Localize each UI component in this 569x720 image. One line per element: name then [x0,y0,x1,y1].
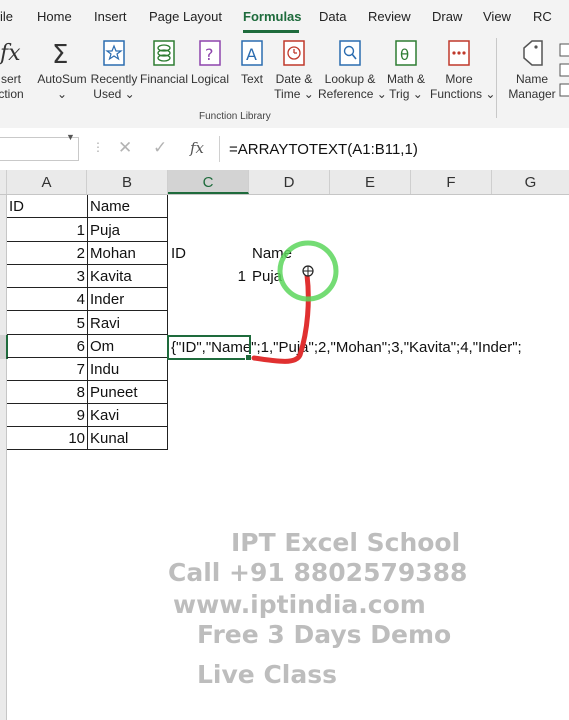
table-cell-id[interactable]: 5 [7,312,87,335]
watermark-line: Free 3 Days Demo [197,620,452,649]
svg-text:Σ: Σ [52,40,68,68]
sigma-icon: Σ [52,40,68,68]
clock-icon [283,40,305,66]
function-fx-icon: fx [0,41,21,66]
active-cell-outline [167,335,251,360]
ribbon-formulas: fx sert ction Σ AutoSum ⌄ Recently Used … [0,34,569,129]
watermark-line: www.iptindia.com [173,590,426,619]
column-header-b[interactable]: B [87,170,168,194]
svg-text:?: ? [205,45,214,64]
column-header-g[interactable]: G [492,170,569,194]
logical-button[interactable]: ? Logical [190,38,230,87]
svg-text:θ: θ [400,46,409,64]
chevron-down-icon: ⌄ [485,87,496,101]
table-cell-name[interactable]: Indu [88,358,167,381]
magnifier-book-icon [339,40,361,66]
column-header-c[interactable]: C [168,170,249,194]
math-trig-button[interactable]: θ Math & Trig ⌄ [384,38,428,102]
table-cell-id[interactable]: 2 [7,242,87,265]
svg-text:fx: fx [0,41,21,66]
more-functions-button[interactable]: More Functions ⌄ [430,38,495,102]
column-header-a[interactable]: A [7,170,87,194]
table-cell-name[interactable]: Inder [88,288,167,311]
table-cell-id[interactable]: 10 [7,427,87,450]
tab-home[interactable]: Home [37,9,72,24]
watermark-line: Call +91 8802579388 [168,558,468,587]
worksheet-grid[interactable]: A B C D E F G ID Name 1 Puja 2 Mohan 3 K… [0,170,569,720]
financial-button[interactable]: Financial [140,38,188,87]
table-cell-id[interactable]: 3 [7,265,87,288]
chevron-down-icon[interactable]: ▼ [66,132,75,142]
table-cell-name[interactable]: Kunal [88,427,167,450]
theta-book-icon: θ [395,40,417,66]
tab-data[interactable]: Data [319,9,346,24]
name-manager-button[interactable]: Name Manager [506,38,558,102]
watermark-line: Live Class [197,660,338,689]
define-name-icon[interactable] [558,40,569,100]
tab-formulas[interactable]: Formulas [243,9,302,24]
tab-page-layout[interactable]: Page Layout [149,9,222,24]
insert-function-icon[interactable]: fx [190,139,204,157]
tab-rc[interactable]: RC [533,9,552,24]
function-library-group-label: Function Library [199,111,271,122]
insert-function-button[interactable]: fx sert ction [0,38,26,102]
table-cell-id[interactable]: 8 [7,381,87,404]
autosum-button[interactable]: Σ AutoSum ⌄ [37,38,87,102]
date-time-button[interactable]: Date & Time ⌄ [272,38,316,102]
table-cell-id[interactable]: 1 [7,219,87,242]
cell-a1[interactable]: ID [7,195,87,218]
formula-bar: ▼ ⋮ ✕ ✓ fx =ARRAYTOTEXT(A1:B11,1) [0,128,569,171]
tab-review[interactable]: Review [368,9,411,24]
tag-icon [523,40,543,66]
hand-cursor-icon [302,265,314,277]
tab-draw[interactable]: Draw [432,9,462,24]
lookup-reference-button[interactable]: Lookup & Reference ⌄ [318,38,387,102]
svg-text:A: A [246,45,257,64]
table-cell-name[interactable]: Om [88,335,167,358]
formula-input[interactable]: =ARRAYTOTEXT(A1:B11,1) [229,141,418,158]
column-header-e[interactable]: E [330,170,411,194]
table-cell-id[interactable]: 4 [7,288,87,311]
watermark-line: IPT Excel School [231,528,461,557]
chevron-down-icon: ⌄ [303,87,314,101]
table-cell-id[interactable]: 9 [7,404,87,427]
chevron-down-icon: ⌄ [124,87,135,101]
ribbon-tab-bar: ile Home Insert Page Layout Formulas Dat… [0,0,569,34]
chevron-down-icon: ⌄ [412,87,423,101]
tab-insert[interactable]: Insert [94,9,127,24]
cell-b1[interactable]: Name [88,195,167,218]
recently-used-button[interactable]: Recently Used ⌄ [90,38,138,102]
cancel-icon[interactable]: ✕ [118,138,132,158]
row-header-corner[interactable] [0,170,7,194]
enter-check-icon[interactable]: ✓ [153,138,167,158]
table-cell-name[interactable]: Puja [88,219,167,242]
table-cell-name[interactable]: Kavita [88,265,167,288]
tab-view[interactable]: View [483,9,511,24]
table-cell-name[interactable]: Mohan [88,242,167,265]
more-dots-icon [448,40,470,66]
table-cell-id[interactable]: 7 [7,358,87,381]
column-header-f[interactable]: F [411,170,492,194]
table-cell-name[interactable]: Puneet [88,381,167,404]
row-headers [0,195,7,720]
vertical-dots-icon: ⋮ [92,140,104,154]
active-tab-indicator [243,30,299,33]
tab-file[interactable]: ile [0,9,13,24]
chevron-down-icon: ⌄ [56,87,68,101]
cell-c3[interactable]: ID [171,242,186,265]
table-cell-id[interactable]: 6 [7,335,87,358]
text-a-icon: A [241,40,263,66]
column-header-d[interactable]: D [249,170,330,194]
coins-icon [153,40,175,66]
table-cell-name[interactable]: Ravi [88,312,167,335]
column-headers: A B C D E F G [0,170,569,195]
question-book-icon: ? [199,40,221,66]
group-divider [496,38,497,118]
table-cell-name[interactable]: Kavi [88,404,167,427]
text-button[interactable]: A Text [236,38,268,87]
star-book-icon [103,40,125,66]
